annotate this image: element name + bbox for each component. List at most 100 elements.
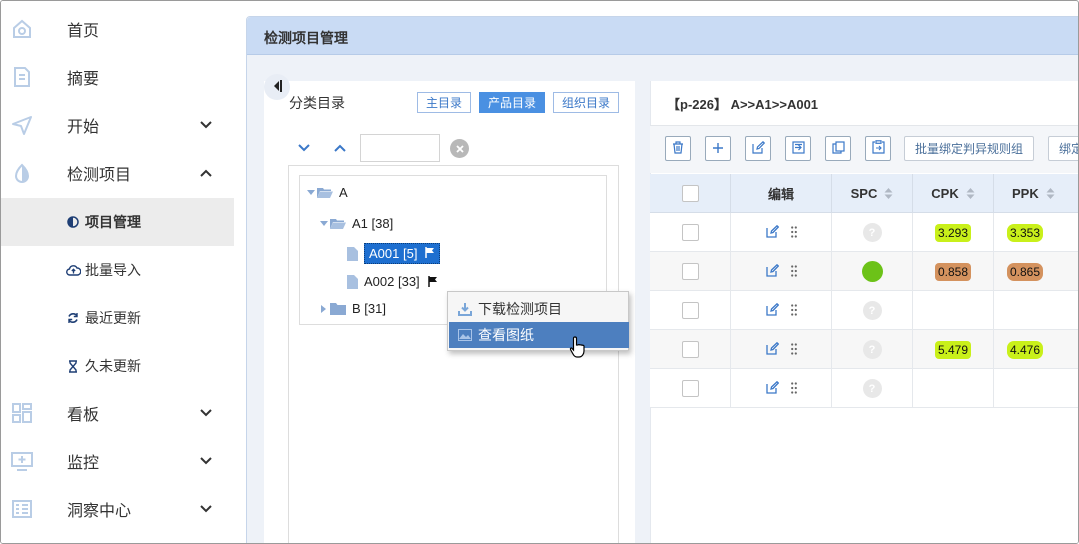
collapse-panel-button[interactable]: [264, 74, 290, 100]
copy-button[interactable]: [825, 136, 851, 161]
drag-handle-icon[interactable]: [790, 303, 797, 319]
sort-icon: [966, 187, 975, 200]
tree-search-input[interactable]: [360, 134, 440, 162]
trash-icon: [672, 140, 684, 157]
column-header-cpk[interactable]: CPK: [913, 174, 994, 213]
sidebar-item-label: 监控: [67, 455, 100, 472]
spc-unknown-badge: ?: [862, 301, 882, 320]
home-icon: [11, 18, 33, 40]
row-cpk-cell: 0.858: [913, 252, 994, 291]
sidebar-item-dashboard[interactable]: 看板: [1, 389, 234, 437]
sidebar-subitem-long-unupdated[interactable]: 久未更新: [1, 342, 234, 390]
tree-node-b[interactable]: B [31]: [318, 301, 386, 316]
batch-bind-rule-group-button[interactable]: 批量绑定判异规则组: [904, 136, 1034, 161]
flag-icon: [425, 246, 435, 261]
chevron-up-icon: [197, 164, 215, 182]
drag-handle-icon[interactable]: [790, 264, 797, 280]
sidebar-subitem-batch-import[interactable]: 批量导入: [1, 246, 234, 294]
row-spc-cell: ?: [832, 291, 913, 330]
sidebar-subitem-label: 批量导入: [85, 262, 141, 278]
tree-node-a001[interactable]: A001 [5]: [347, 243, 441, 264]
sidebar-item-monitor[interactable]: 监控: [1, 437, 234, 485]
drag-handle-icon[interactable]: [790, 225, 797, 241]
row-checkbox[interactable]: [681, 341, 699, 358]
row-edit-cell: [731, 291, 832, 330]
table-row: ? 3.293 3.353: [650, 213, 1078, 252]
menu-item-label: 查看图纸: [478, 327, 534, 343]
edit-icon[interactable]: [765, 302, 779, 319]
sidebar-subitem-recent-update[interactable]: 最近更新: [1, 294, 234, 342]
cpk-value: 5.479: [934, 340, 972, 359]
drag-handle-icon[interactable]: [790, 381, 797, 397]
sidebar-item-label: 看板: [67, 407, 100, 424]
paste-button[interactable]: [865, 136, 891, 161]
tree-node-a1[interactable]: A1 [38]: [318, 216, 393, 231]
table-row: ?: [650, 369, 1078, 408]
edit-icon[interactable]: [765, 380, 779, 397]
monitor-icon: [11, 450, 33, 472]
clipboard-icon: [871, 140, 885, 157]
column-header-spc[interactable]: SPC: [832, 174, 913, 213]
row-spc-cell: [832, 252, 913, 291]
row-cpk-cell: [913, 369, 994, 408]
ppk-value: 0.865: [1007, 262, 1044, 281]
download-icon: [457, 301, 473, 317]
sidebar-item-home[interactable]: 首页: [1, 5, 234, 53]
edit-icon[interactable]: [765, 341, 779, 358]
tab-product-directory[interactable]: 产品目录: [479, 92, 545, 113]
tab-organization-directory[interactable]: 组织目录: [553, 92, 619, 113]
sidebar-subitem-label: 久未更新: [85, 358, 141, 374]
delete-button[interactable]: [665, 136, 691, 161]
collapse-all-button[interactable]: [331, 139, 349, 157]
row-checkbox[interactable]: [681, 224, 699, 241]
row-spc-cell: ?: [832, 213, 913, 252]
add-button[interactable]: [705, 136, 731, 161]
cloud-upload-icon: [65, 262, 81, 278]
spc-unknown-badge: ?: [862, 223, 882, 242]
spc-unknown-badge: ?: [862, 340, 882, 359]
contrast-icon: [65, 214, 81, 230]
row-select-cell: [650, 330, 731, 369]
bind-button[interactable]: 绑定: [1048, 136, 1078, 161]
tree-node-a[interactable]: A: [305, 185, 348, 200]
edit-icon[interactable]: [765, 224, 779, 241]
row-checkbox[interactable]: [681, 380, 699, 397]
sidebar-subitem-label: 最近更新: [85, 310, 141, 326]
import-button[interactable]: [785, 136, 811, 161]
expand-all-button[interactable]: [295, 139, 313, 157]
flag-icon: [427, 276, 438, 287]
table-header: 编辑 SPC CPK PPK: [650, 174, 1078, 213]
select-all-checkbox[interactable]: [681, 185, 699, 202]
sidebar-subitem-project-management[interactable]: 项目管理: [1, 198, 234, 246]
row-spc-cell: ?: [832, 369, 913, 408]
close-icon: [455, 141, 465, 157]
sidebar-item-insight-center[interactable]: 洞察中心: [1, 485, 234, 533]
sidebar-item-inspection[interactable]: 检测项目: [1, 149, 234, 197]
sidebar-item-start[interactable]: 开始: [1, 101, 234, 149]
row-edit-cell: [731, 330, 832, 369]
row-checkbox[interactable]: [681, 263, 699, 280]
sidebar-item-summary[interactable]: 摘要: [1, 53, 234, 101]
cpk-value: 0.858: [934, 262, 972, 281]
row-select-cell: [650, 252, 731, 291]
row-checkbox[interactable]: [681, 302, 699, 319]
ppk-value: 4.476: [1007, 340, 1044, 359]
menu-item-view-drawing[interactable]: 查看图纸: [449, 322, 629, 348]
row-ppk-cell: 0.865: [994, 252, 1078, 291]
drag-handle-icon[interactable]: [790, 342, 797, 358]
edit-button[interactable]: [745, 136, 771, 161]
edit-icon[interactable]: [765, 263, 779, 280]
menu-item-download-items[interactable]: 下载检测项目: [449, 296, 629, 322]
tree-node-text: A001 [5]: [369, 246, 418, 261]
tree-node-a002[interactable]: A002 [33]: [347, 274, 438, 289]
cpk-value: [950, 309, 956, 313]
chevron-down-icon: [197, 116, 215, 134]
clear-search-button[interactable]: [450, 139, 469, 158]
tree-title: 分类目录: [289, 95, 345, 111]
edit-icon: [751, 140, 765, 157]
sidebar: 首页 摘要 开始 检测项目 项目管理 批量导入 最近更新 久未更新 看板 监控 …: [1, 1, 234, 543]
column-header-ppk[interactable]: PPK: [994, 174, 1078, 213]
sidebar-item-label: 洞察中心: [67, 503, 132, 520]
tab-main-directory[interactable]: 主目录: [417, 92, 471, 113]
table-row: ? 5.479 4.476: [650, 330, 1078, 369]
